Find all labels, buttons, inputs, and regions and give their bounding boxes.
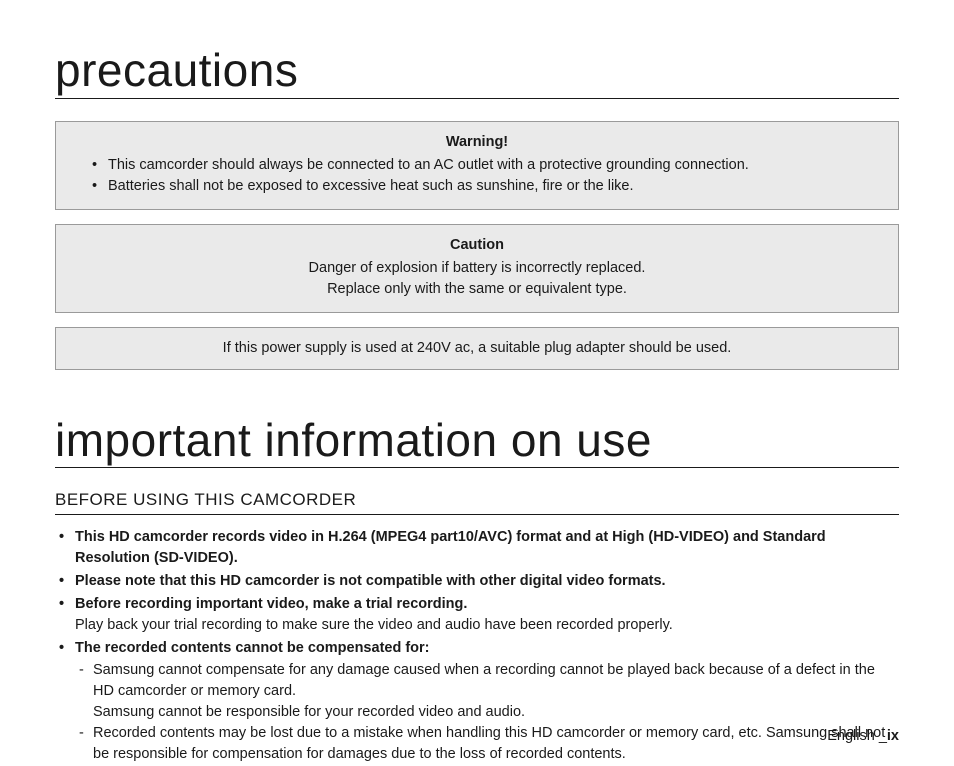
- sub-list-text: Recorded contents may be lost due to a m…: [93, 725, 885, 762]
- list-item-bold: Before recording important video, make a…: [75, 596, 467, 612]
- list-item: This HD camcorder records video in H.264…: [55, 527, 899, 569]
- heading-important-info: important information on use: [55, 415, 899, 469]
- list-item-text: Please note that this HD camcorder is no…: [75, 573, 666, 589]
- sub-list-text: Samsung cannot compensate for any damage…: [93, 662, 875, 699]
- list-item-text: This HD camcorder records video in H.264…: [75, 529, 826, 566]
- sub-list-item: Samsung cannot compensate for any damage…: [75, 660, 899, 723]
- note-text: If this power supply is used at 240V ac,…: [223, 340, 732, 356]
- note-box: If this power supply is used at 240V ac,…: [55, 327, 899, 370]
- warning-title: Warning!: [74, 132, 880, 153]
- heading-precautions: precautions: [55, 45, 899, 99]
- list-item: The recorded contents cannot be compensa…: [55, 638, 899, 765]
- warning-item: This camcorder should always be connecte…: [74, 155, 880, 176]
- caution-line: Danger of explosion if battery is incorr…: [74, 258, 880, 279]
- footer-page: ix: [887, 728, 899, 744]
- sub-list: Samsung cannot compensate for any damage…: [75, 660, 899, 765]
- list-item-text: Play back your trial recording to make s…: [75, 617, 673, 633]
- warning-list: This camcorder should always be connecte…: [74, 155, 880, 197]
- list-item: Before recording important video, make a…: [55, 594, 899, 636]
- body-list: This HD camcorder records video in H.264…: [55, 527, 899, 765]
- caution-box: Caution Danger of explosion if battery i…: [55, 224, 899, 313]
- subheading-before-using: BEFORE USING THIS CAMCORDER: [55, 490, 899, 515]
- caution-title: Caution: [74, 235, 880, 256]
- footer-lang: English _: [827, 728, 887, 744]
- caution-line: Replace only with the same or equivalent…: [74, 279, 880, 300]
- warning-item: Batteries shall not be exposed to excess…: [74, 176, 880, 197]
- page-footer: English _ix: [827, 728, 899, 744]
- list-item: Please note that this HD camcorder is no…: [55, 571, 899, 592]
- list-item-bold: The recorded contents cannot be compensa…: [75, 640, 430, 656]
- warning-box: Warning! This camcorder should always be…: [55, 121, 899, 210]
- sub-list-text: Samsung cannot be responsible for your r…: [93, 704, 525, 720]
- sub-list-item: Recorded contents may be lost due to a m…: [75, 723, 899, 765]
